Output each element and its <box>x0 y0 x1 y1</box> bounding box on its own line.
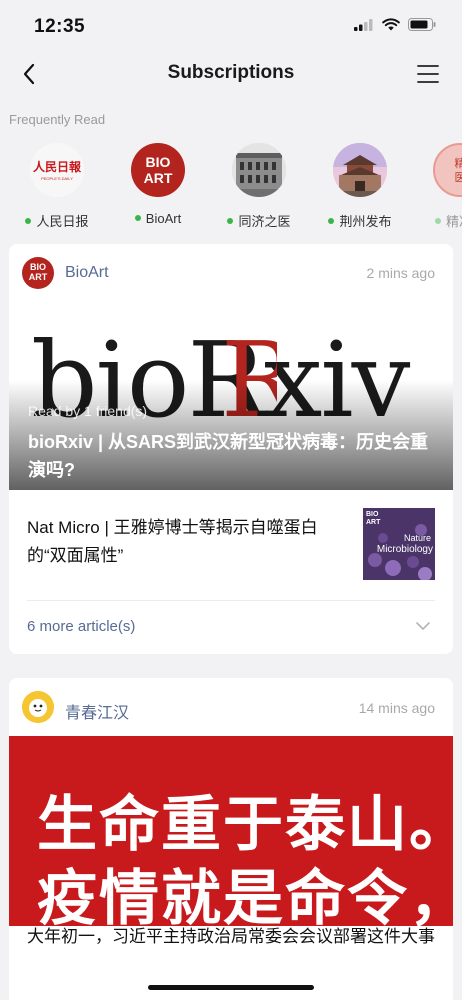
gate-tower-photo-icon <box>333 143 387 197</box>
frequent-account-name: BioArt <box>145 211 182 226</box>
frequent-account-tongji[interactable]: 同济之医 <box>209 140 309 230</box>
frequent-account-bioart[interactable]: BIO ART BioArt <box>108 140 208 226</box>
featured-article-title[interactable]: 大年初一，习近平主持政治局常委会会议部署这件大事 <box>27 923 435 951</box>
subscription-card-qingchun-jianghan: 青春江汉 14 mins ago 生命重于泰山。 疫情就是命令， 大年初一，习近… <box>9 678 453 1000</box>
thumb-logo: BIO ART <box>366 511 381 526</box>
banner-text-line2: 疫情就是命令， <box>37 864 453 926</box>
subscription-card-bioart: BIO ART BioArt 2 mins ago bioRxiv R Read… <box>9 244 453 654</box>
frequently-read-list: 人民日報 PEOPLE'S DAILY 人民日报 BIO ART BioArt <box>0 140 462 230</box>
renmin-ribao-logo-sub: PEOPLE'S DAILY <box>41 176 73 181</box>
more-articles-label: 6 more article(s) <box>27 618 136 635</box>
battery-icon <box>408 18 436 31</box>
avatar <box>333 143 387 197</box>
account-avatar[interactable]: BIO ART <box>22 257 54 289</box>
online-dot <box>25 218 32 224</box>
mascot-icon <box>22 691 54 723</box>
avatar: 精 医 <box>433 143 462 197</box>
wifi-icon <box>382 18 400 31</box>
building-photo-icon <box>232 143 286 197</box>
featured-article[interactable]: bioRxiv R Read by 1 friend(s) bioRxiv | … <box>9 300 453 490</box>
online-dot <box>134 215 141 221</box>
featured-article-title: bioRxiv | 从SARS到武汉新型冠状病毒：历史会重演吗? <box>28 432 429 480</box>
frequent-account-name: 荆州发布 <box>339 214 392 229</box>
frequent-account-renmin-ribao[interactable]: 人民日報 PEOPLE'S DAILY 人民日报 <box>7 140 107 230</box>
post-time: 2 mins ago <box>366 265 435 281</box>
thumb-text-bottom: Microbiology <box>376 544 433 555</box>
frequent-account-jingzhun[interactable]: 精 医 精准医 <box>410 140 462 230</box>
read-by-friends: Read by 1 friend(s) <box>28 403 148 419</box>
account-avatar[interactable] <box>22 691 54 723</box>
bioart-logo: BIO ART <box>143 154 173 186</box>
card-header: BIO ART BioArt 2 mins ago <box>9 244 453 300</box>
online-dot <box>434 218 441 224</box>
post-time: 14 mins ago <box>358 700 435 716</box>
frequent-account-name: 同济之医 <box>238 214 291 229</box>
bioart-logo: BIO ART <box>28 262 48 282</box>
card-header: 青春江汉 14 mins ago <box>9 678 453 736</box>
thumb-text-top: Nature <box>403 533 431 543</box>
jingzhun-logo: 精 医 <box>435 157 462 185</box>
online-dot <box>328 218 335 224</box>
article-title: Nat Micro | 王雅婷博士等揭示自噬蛋白的“双面属性” <box>27 518 318 565</box>
avatar <box>232 143 286 197</box>
account-name[interactable]: BioArt <box>65 264 109 282</box>
status-icons <box>354 18 436 31</box>
page-title: Subscriptions <box>167 62 295 83</box>
status-time: 12:35 <box>34 16 86 37</box>
account-name[interactable]: 青春江汉 <box>65 699 129 723</box>
frequent-account-name: 人民日报 <box>36 214 89 229</box>
status-bar: 12:35 <box>0 0 462 50</box>
chevron-down-icon <box>416 622 430 630</box>
article-row[interactable]: Nat Micro | 王雅婷博士等揭示自噬蛋白的“双面属性” BIO ART … <box>27 490 435 601</box>
navigation-bar: Subscriptions <box>0 50 462 98</box>
online-dot <box>227 218 234 224</box>
menu-icon[interactable] <box>416 62 440 86</box>
cellular-signal-icon <box>354 18 373 31</box>
renmin-ribao-logo: 人民日報 <box>32 160 81 174</box>
frequent-account-name: 精准医 <box>445 214 462 229</box>
frequently-read-label: Frequently Read <box>9 112 106 127</box>
more-articles-button[interactable]: 6 more article(s) <box>27 601 435 654</box>
frequent-account-jingzhou[interactable]: 荆州发布 <box>310 140 410 230</box>
avatar: 人民日報 PEOPLE'S DAILY <box>30 143 84 197</box>
article-thumbnail: BIO ART Nature Microbiology <box>363 508 435 580</box>
avatar: BIO ART <box>131 143 185 197</box>
featured-article-image[interactable]: 生命重于泰山。 疫情就是命令， <box>9 736 453 926</box>
home-indicator[interactable] <box>148 985 314 990</box>
